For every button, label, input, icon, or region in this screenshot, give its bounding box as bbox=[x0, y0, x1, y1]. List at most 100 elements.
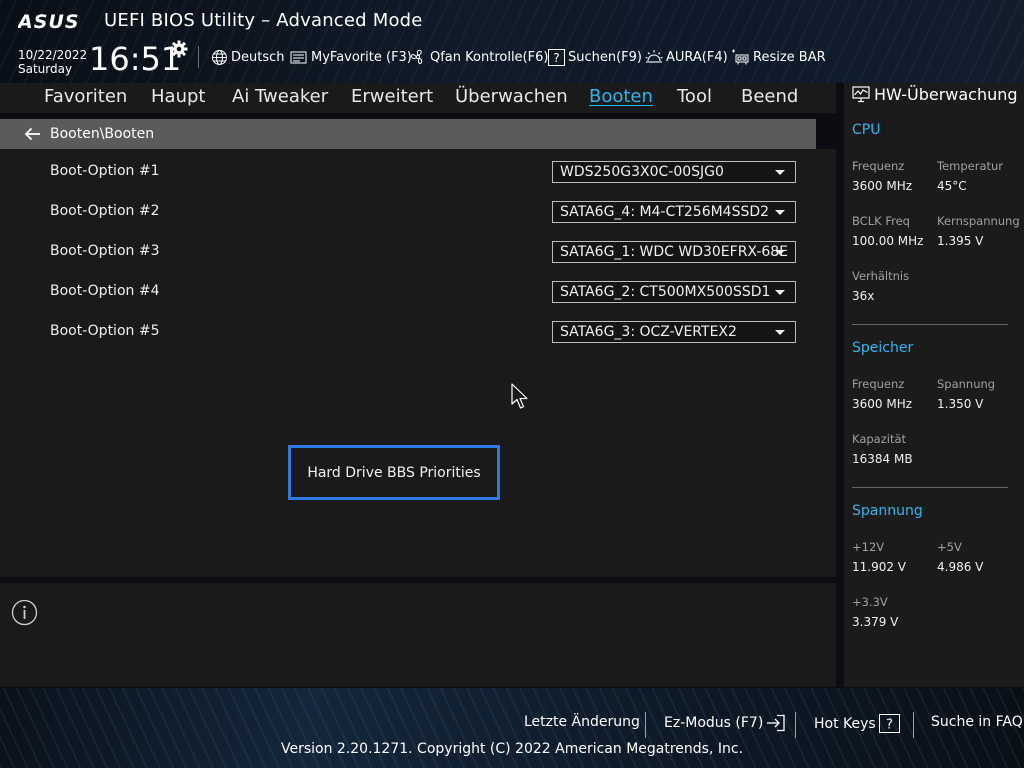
qfan-button[interactable]: Qfan Kontrolle(F6) bbox=[409, 47, 548, 67]
tab-ai-tweaker[interactable]: Ai Tweaker bbox=[232, 86, 328, 107]
v5-label: +5V bbox=[937, 540, 962, 554]
toolbar-divider bbox=[198, 46, 199, 68]
resize-bar-button[interactable]: Resize BAR bbox=[731, 47, 826, 67]
date-display: 10/22/2022 Saturday bbox=[18, 48, 87, 76]
cpu-ratio-label: Verhältnis bbox=[852, 269, 910, 283]
tab-beend[interactable]: Beend bbox=[741, 86, 798, 107]
hot-keys-button[interactable]: Hot Keys ? bbox=[814, 714, 900, 733]
v33-value: 3.379 V bbox=[852, 615, 899, 629]
hard-drive-bbs-priorities-button[interactable]: Hard Drive BBS Priorities bbox=[288, 445, 500, 500]
aura-label: AURA(F4) bbox=[666, 49, 728, 65]
qfan-label: Qfan Kontrolle(F6) bbox=[430, 49, 549, 65]
exit-arrow-icon bbox=[767, 714, 785, 732]
tab-tool[interactable]: Tool bbox=[677, 86, 712, 107]
boot-option-3-select[interactable]: SATA6G_1: WDC WD30EFRX-68E bbox=[552, 241, 796, 263]
chevron-down-icon bbox=[775, 330, 785, 335]
myfavorite-button[interactable]: MyFavorite (F3) bbox=[290, 47, 412, 67]
boot-option-1-label: Boot-Option #1 bbox=[50, 163, 160, 179]
boot-option-5-select[interactable]: SATA6G_3: OCZ-VERTEX2 bbox=[552, 321, 796, 343]
app-title: UEFI BIOS Utility – Advanced Mode bbox=[104, 10, 423, 31]
cpu-core-voltage-value: 1.395 V bbox=[937, 234, 984, 248]
hot-keys-label: Hot Keys bbox=[814, 715, 876, 732]
svg-text:ASUS: ASUS bbox=[18, 11, 80, 31]
language-label: Deutsch bbox=[231, 49, 285, 65]
tab-haupt[interactable]: Haupt bbox=[151, 86, 205, 107]
info-icon bbox=[11, 599, 38, 626]
ez-mode-button[interactable]: Ez-Modus (F7) bbox=[664, 714, 786, 732]
globe-icon bbox=[212, 49, 227, 65]
cpu-ratio-value: 36x bbox=[852, 289, 875, 303]
date-text: 10/22/2022 bbox=[18, 48, 88, 62]
chevron-down-icon bbox=[775, 250, 785, 255]
gear-icon[interactable] bbox=[170, 40, 188, 58]
tab-erweitert[interactable]: Erweitert bbox=[351, 86, 433, 107]
boot-option-5-value: SATA6G_3: OCZ-VERTEX2 bbox=[560, 324, 737, 340]
breadcrumb-path: Booten\Booten bbox=[50, 126, 155, 142]
question-box-icon: ? bbox=[878, 714, 900, 733]
help-panel bbox=[0, 583, 836, 687]
boot-option-4-label: Boot-Option #4 bbox=[50, 283, 160, 299]
boot-option-2-label: Boot-Option #2 bbox=[50, 203, 160, 219]
cpu-freq-value: 3600 MHz bbox=[852, 179, 913, 193]
last-change-button[interactable]: Letzte Änderung bbox=[524, 714, 640, 730]
cpu-temp-value: 45°C bbox=[937, 179, 967, 193]
footer-divider bbox=[913, 712, 914, 738]
footer-divider bbox=[795, 712, 796, 738]
hw-monitor-title-text: HW-Überwachung bbox=[874, 85, 1018, 104]
search-button[interactable]: ? Suchen(F9) bbox=[548, 47, 642, 67]
faq-search-button[interactable]: Suche in FAQ bbox=[931, 714, 1023, 730]
aura-icon bbox=[645, 50, 663, 63]
mem-freq-value: 3600 MHz bbox=[852, 397, 913, 411]
boot-option-3-label: Boot-Option #3 bbox=[50, 243, 160, 259]
language-button[interactable]: Deutsch bbox=[211, 47, 285, 67]
mem-freq-label: Frequenz bbox=[852, 377, 905, 391]
mouse-cursor-icon bbox=[511, 383, 528, 409]
cpu-core-voltage-label: Kernspannung bbox=[937, 214, 1020, 228]
hw-divider bbox=[852, 324, 1008, 325]
boot-option-4-select[interactable]: SATA6G_2: CT500MX500SSD1 bbox=[552, 281, 796, 303]
v12-value: 11.902 V bbox=[852, 560, 907, 574]
copyright-text: Version 2.20.1271. Copyright (C) 2022 Am… bbox=[0, 741, 1024, 757]
boot-option-2-select[interactable]: SATA6G_4: M4-CT256M4SSD2 bbox=[552, 201, 796, 223]
day-text: Saturday bbox=[18, 62, 73, 76]
mem-voltage-label: Spannung bbox=[937, 377, 996, 391]
cpu-temp-label: Temperatur bbox=[937, 159, 1004, 173]
tab-booten[interactable]: Booten bbox=[589, 86, 653, 107]
search-label: Suchen(F9) bbox=[568, 49, 643, 65]
breadcrumb: Booten\Booten bbox=[0, 119, 816, 149]
hw-memory-heading: Speicher bbox=[852, 340, 914, 356]
v33-label: +3.3V bbox=[852, 595, 888, 609]
myfavorite-icon bbox=[290, 51, 307, 63]
back-arrow-icon[interactable] bbox=[24, 127, 42, 141]
v5-value: 4.986 V bbox=[937, 560, 984, 574]
cpu-freq-label: Frequenz bbox=[852, 159, 905, 173]
boot-option-2-value: SATA6G_4: M4-CT256M4SSD2 bbox=[560, 204, 770, 220]
boot-option-5-label: Boot-Option #5 bbox=[50, 323, 160, 339]
monitor-icon bbox=[852, 86, 870, 103]
mem-capacity-value: 16384 MB bbox=[852, 452, 913, 466]
boot-option-3-value: SATA6G_1: WDC WD30EFRX-68E bbox=[560, 244, 789, 260]
boot-option-1-value: WDS250G3X0C-00SJG0 bbox=[560, 164, 724, 180]
hw-cpu-heading: CPU bbox=[852, 122, 881, 138]
hw-monitor-title: HW-Überwachung bbox=[852, 85, 1018, 104]
clock[interactable]: 16:51 bbox=[89, 40, 181, 78]
aura-button[interactable]: AURA(F4) bbox=[645, 47, 728, 67]
svg-text:?: ? bbox=[553, 51, 559, 65]
v12-label: +12V bbox=[852, 540, 885, 554]
chevron-down-icon bbox=[775, 290, 785, 295]
question-box-icon: ? bbox=[548, 48, 565, 66]
cpu-bclk-value: 100.00 MHz bbox=[852, 234, 924, 248]
cpu-bclk-label: BCLK Freq bbox=[852, 214, 910, 228]
mem-voltage-value: 1.350 V bbox=[937, 397, 984, 411]
footer-divider bbox=[645, 712, 646, 738]
myfavorite-label: MyFavorite (F3) bbox=[311, 49, 412, 65]
tab-ueberwachen[interactable]: Überwachen bbox=[455, 86, 568, 107]
resize-bar-label: Resize BAR bbox=[753, 49, 826, 65]
ez-mode-label: Ez-Modus (F7) bbox=[664, 715, 764, 731]
boot-option-1-select[interactable]: WDS250G3X0C-00SJG0 bbox=[552, 161, 796, 183]
tab-favoriten[interactable]: Favoriten bbox=[44, 86, 127, 107]
asus-logo: ASUS bbox=[18, 11, 80, 31]
copyright-string: Version 2.20.1271. Copyright (C) 2022 Am… bbox=[280, 741, 744, 757]
boot-option-4-value: SATA6G_2: CT500MX500SSD1 bbox=[560, 284, 771, 300]
mem-capacity-label: Kapazität bbox=[852, 432, 907, 446]
